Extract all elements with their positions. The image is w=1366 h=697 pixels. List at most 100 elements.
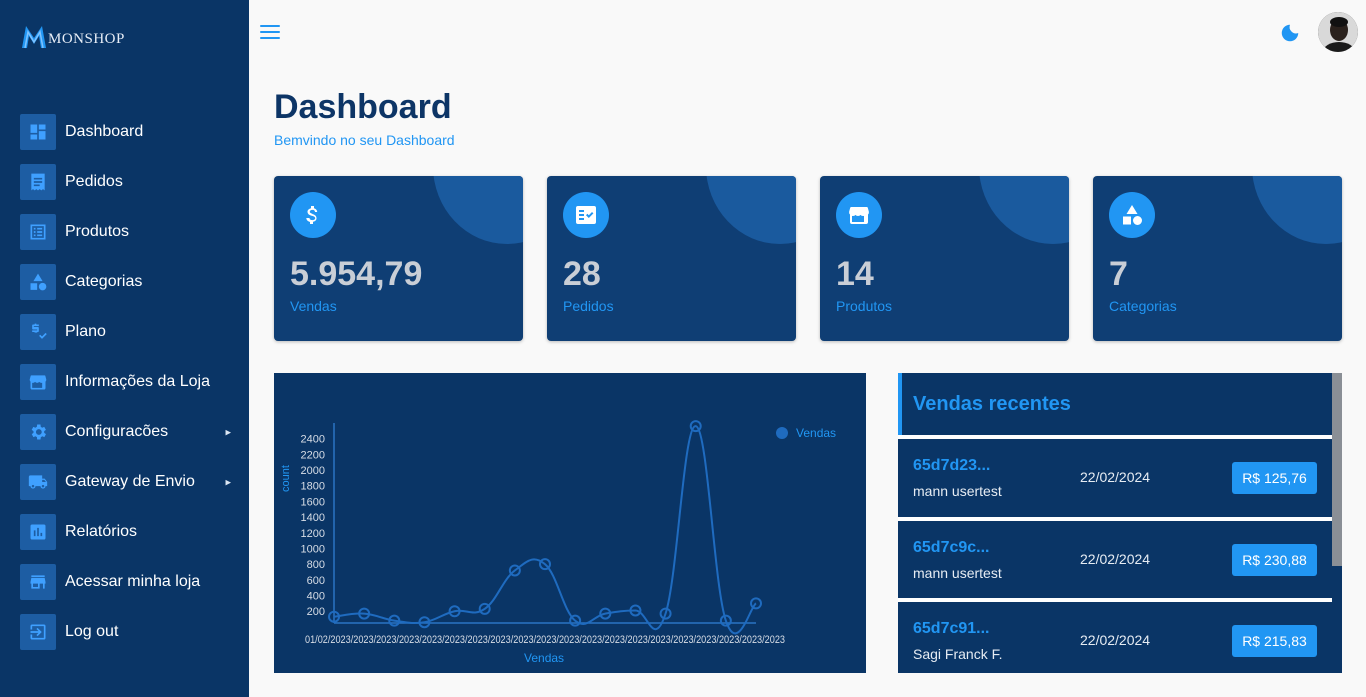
y-tick-label: 1000 bbox=[301, 543, 325, 555]
dollar-icon bbox=[290, 192, 336, 238]
storefront-icon bbox=[20, 364, 56, 400]
stat-value: 5.954,79 bbox=[290, 255, 423, 293]
list-item[interactable]: 65d7c91... Sagi Franck F. 22/02/2024 R$ … bbox=[898, 598, 1332, 673]
stat-card-produtos: 14 Produtos bbox=[820, 176, 1069, 341]
stat-label: Produtos bbox=[836, 298, 893, 314]
page-subtitle: Bemvindo no seu Dashboard bbox=[274, 132, 455, 148]
stat-label: Vendas bbox=[290, 298, 337, 314]
sidebar-item-label: Informações da Loja bbox=[65, 373, 210, 390]
series-line bbox=[333, 425, 757, 635]
checklist-icon bbox=[563, 192, 609, 238]
sale-date: 22/02/2024 bbox=[1080, 469, 1151, 485]
sidebar-item-label: Pedidos bbox=[65, 173, 123, 190]
hamburger-icon[interactable] bbox=[260, 25, 280, 39]
sidebar-item-label: Produtos bbox=[65, 223, 130, 240]
page-title: Dashboard bbox=[274, 88, 452, 126]
list-item[interactable]: 65d7d23... mann usertest 22/02/2024 R$ 1… bbox=[898, 435, 1332, 513]
price-check-icon bbox=[20, 314, 56, 350]
sale-amount-badge: R$ 230,88 bbox=[1232, 544, 1317, 576]
y-tick-label: 1800 bbox=[301, 481, 325, 493]
y-tick-label: 400 bbox=[307, 591, 325, 603]
recent-sales-header: Vendas recentes bbox=[898, 373, 1332, 435]
recent-sales-title: Vendas recentes bbox=[913, 393, 1071, 415]
logout-icon bbox=[20, 614, 56, 650]
y-tick-label: 200 bbox=[307, 606, 325, 618]
truck-icon bbox=[20, 464, 56, 500]
scrollbar[interactable] bbox=[1332, 373, 1342, 673]
y-tick-label: 2400 bbox=[301, 434, 325, 446]
sale-date: 22/02/2024 bbox=[1080, 632, 1151, 648]
sidebar-item-produtos[interactable]: Produtos bbox=[20, 207, 240, 257]
logo[interactable]: MONSHOP bbox=[20, 22, 125, 50]
sidebar-item-label: Gateway de Envio bbox=[65, 473, 195, 490]
sales-chart: 200 400 600 800 1000 1200 1400 1600 1800 2000 2200… bbox=[274, 373, 866, 673]
chart-svg: 200 400 600 800 1000 1200 1400 1600 1800 2000 2200… bbox=[280, 420, 836, 665]
chevron-right-icon: ▸ bbox=[225, 476, 231, 489]
category-icon bbox=[1109, 192, 1155, 238]
sale-id[interactable]: 65d7c9c... bbox=[913, 539, 990, 557]
sale-id[interactable]: 65d7d23... bbox=[913, 457, 990, 475]
gear-icon bbox=[20, 414, 56, 450]
sidebar-item-logout[interactable]: Log out bbox=[20, 607, 240, 657]
sidebar: MONSHOP Dashboard Pedidos Produtos Categ… bbox=[0, 0, 249, 697]
storefront-icon bbox=[836, 192, 882, 238]
stat-card-categorias: 7 Categorias bbox=[1093, 176, 1342, 341]
avatar-image bbox=[1318, 12, 1358, 52]
brand-name: MONSHOP bbox=[48, 31, 125, 47]
sidebar-item-informacoes-loja[interactable]: Informações da Loja bbox=[20, 357, 240, 407]
sidebar-item-label: Categorias bbox=[65, 273, 143, 290]
sale-id[interactable]: 65d7c91... bbox=[913, 620, 990, 638]
sidebar-item-label: Log out bbox=[65, 623, 119, 640]
sidebar-item-label: Acessar minha loja bbox=[65, 573, 201, 590]
scrollbar-thumb[interactable] bbox=[1332, 373, 1342, 566]
y-tick-label: 600 bbox=[307, 575, 325, 587]
list-item[interactable]: 65d7c9c... mann usertest 22/02/2024 R$ 2… bbox=[898, 517, 1332, 595]
store-icon bbox=[20, 564, 56, 600]
sidebar-item-label: Dashboard bbox=[65, 123, 144, 140]
sidebar-item-label: Relatórios bbox=[65, 523, 138, 540]
sidebar-item-relatorios[interactable]: Relatórios bbox=[20, 507, 240, 557]
sale-date: 22/02/2024 bbox=[1080, 551, 1151, 567]
stat-card-vendas: 5.954,79 Vendas bbox=[274, 176, 523, 341]
list-icon bbox=[20, 214, 56, 250]
sale-amount-badge: R$ 125,76 bbox=[1232, 462, 1317, 494]
y-tick-label: 1200 bbox=[301, 528, 325, 540]
y-tick-label: 2000 bbox=[301, 465, 325, 477]
stat-label: Pedidos bbox=[563, 298, 614, 314]
sidebar-item-plano[interactable]: Plano bbox=[20, 307, 240, 357]
logo-icon bbox=[22, 26, 46, 49]
sidebar-item-acessar-loja[interactable]: Acessar minha loja bbox=[20, 557, 240, 607]
chevron-right-icon: ▸ bbox=[225, 426, 231, 439]
sidebar-item-label: Configuracões bbox=[65, 423, 169, 440]
sidebar-item-categorias[interactable]: Categorias bbox=[20, 257, 240, 307]
stat-card-pedidos: 28 Pedidos bbox=[547, 176, 796, 341]
sidebar-item-pedidos[interactable]: Pedidos bbox=[20, 157, 240, 207]
receipt-icon bbox=[20, 164, 56, 200]
y-tick-label: 800 bbox=[307, 559, 325, 571]
y-tick-label: 1400 bbox=[301, 512, 325, 524]
y-axis-label: count bbox=[280, 465, 292, 492]
sale-customer: mann usertest bbox=[913, 483, 1002, 499]
dashboard-icon bbox=[20, 114, 56, 150]
x-axis-label: Vendas bbox=[524, 651, 564, 665]
chart-icon bbox=[20, 514, 56, 550]
moon-icon[interactable] bbox=[1279, 22, 1301, 44]
sale-customer: mann usertest bbox=[913, 565, 1002, 581]
sidebar-nav: Dashboard Pedidos Produtos Categorias Pl… bbox=[20, 107, 240, 657]
legend-marker bbox=[776, 427, 788, 439]
avatar[interactable] bbox=[1318, 12, 1358, 52]
sidebar-item-dashboard[interactable]: Dashboard bbox=[20, 107, 240, 157]
sale-amount-badge: R$ 215,83 bbox=[1232, 625, 1317, 657]
recent-sales-panel: Vendas recentes 65d7d23... mann usertest… bbox=[898, 373, 1342, 673]
legend-label[interactable]: Vendas bbox=[796, 426, 836, 440]
sidebar-item-gateway-envio[interactable]: Gateway de Envio ▸ bbox=[20, 457, 240, 507]
category-icon bbox=[20, 264, 56, 300]
stat-value: 14 bbox=[836, 255, 874, 293]
y-tick-label: 2200 bbox=[301, 449, 325, 461]
stat-label: Categorias bbox=[1109, 298, 1177, 314]
y-tick-label: 1600 bbox=[301, 496, 325, 508]
sidebar-item-label: Plano bbox=[65, 323, 106, 340]
x-tick-labels: 01/02/2023/2023/2023/2023/2023/2023/2023… bbox=[305, 634, 785, 646]
sidebar-item-configuracoes[interactable]: Configuracões ▸ bbox=[20, 407, 240, 457]
stat-value: 7 bbox=[1109, 255, 1128, 293]
